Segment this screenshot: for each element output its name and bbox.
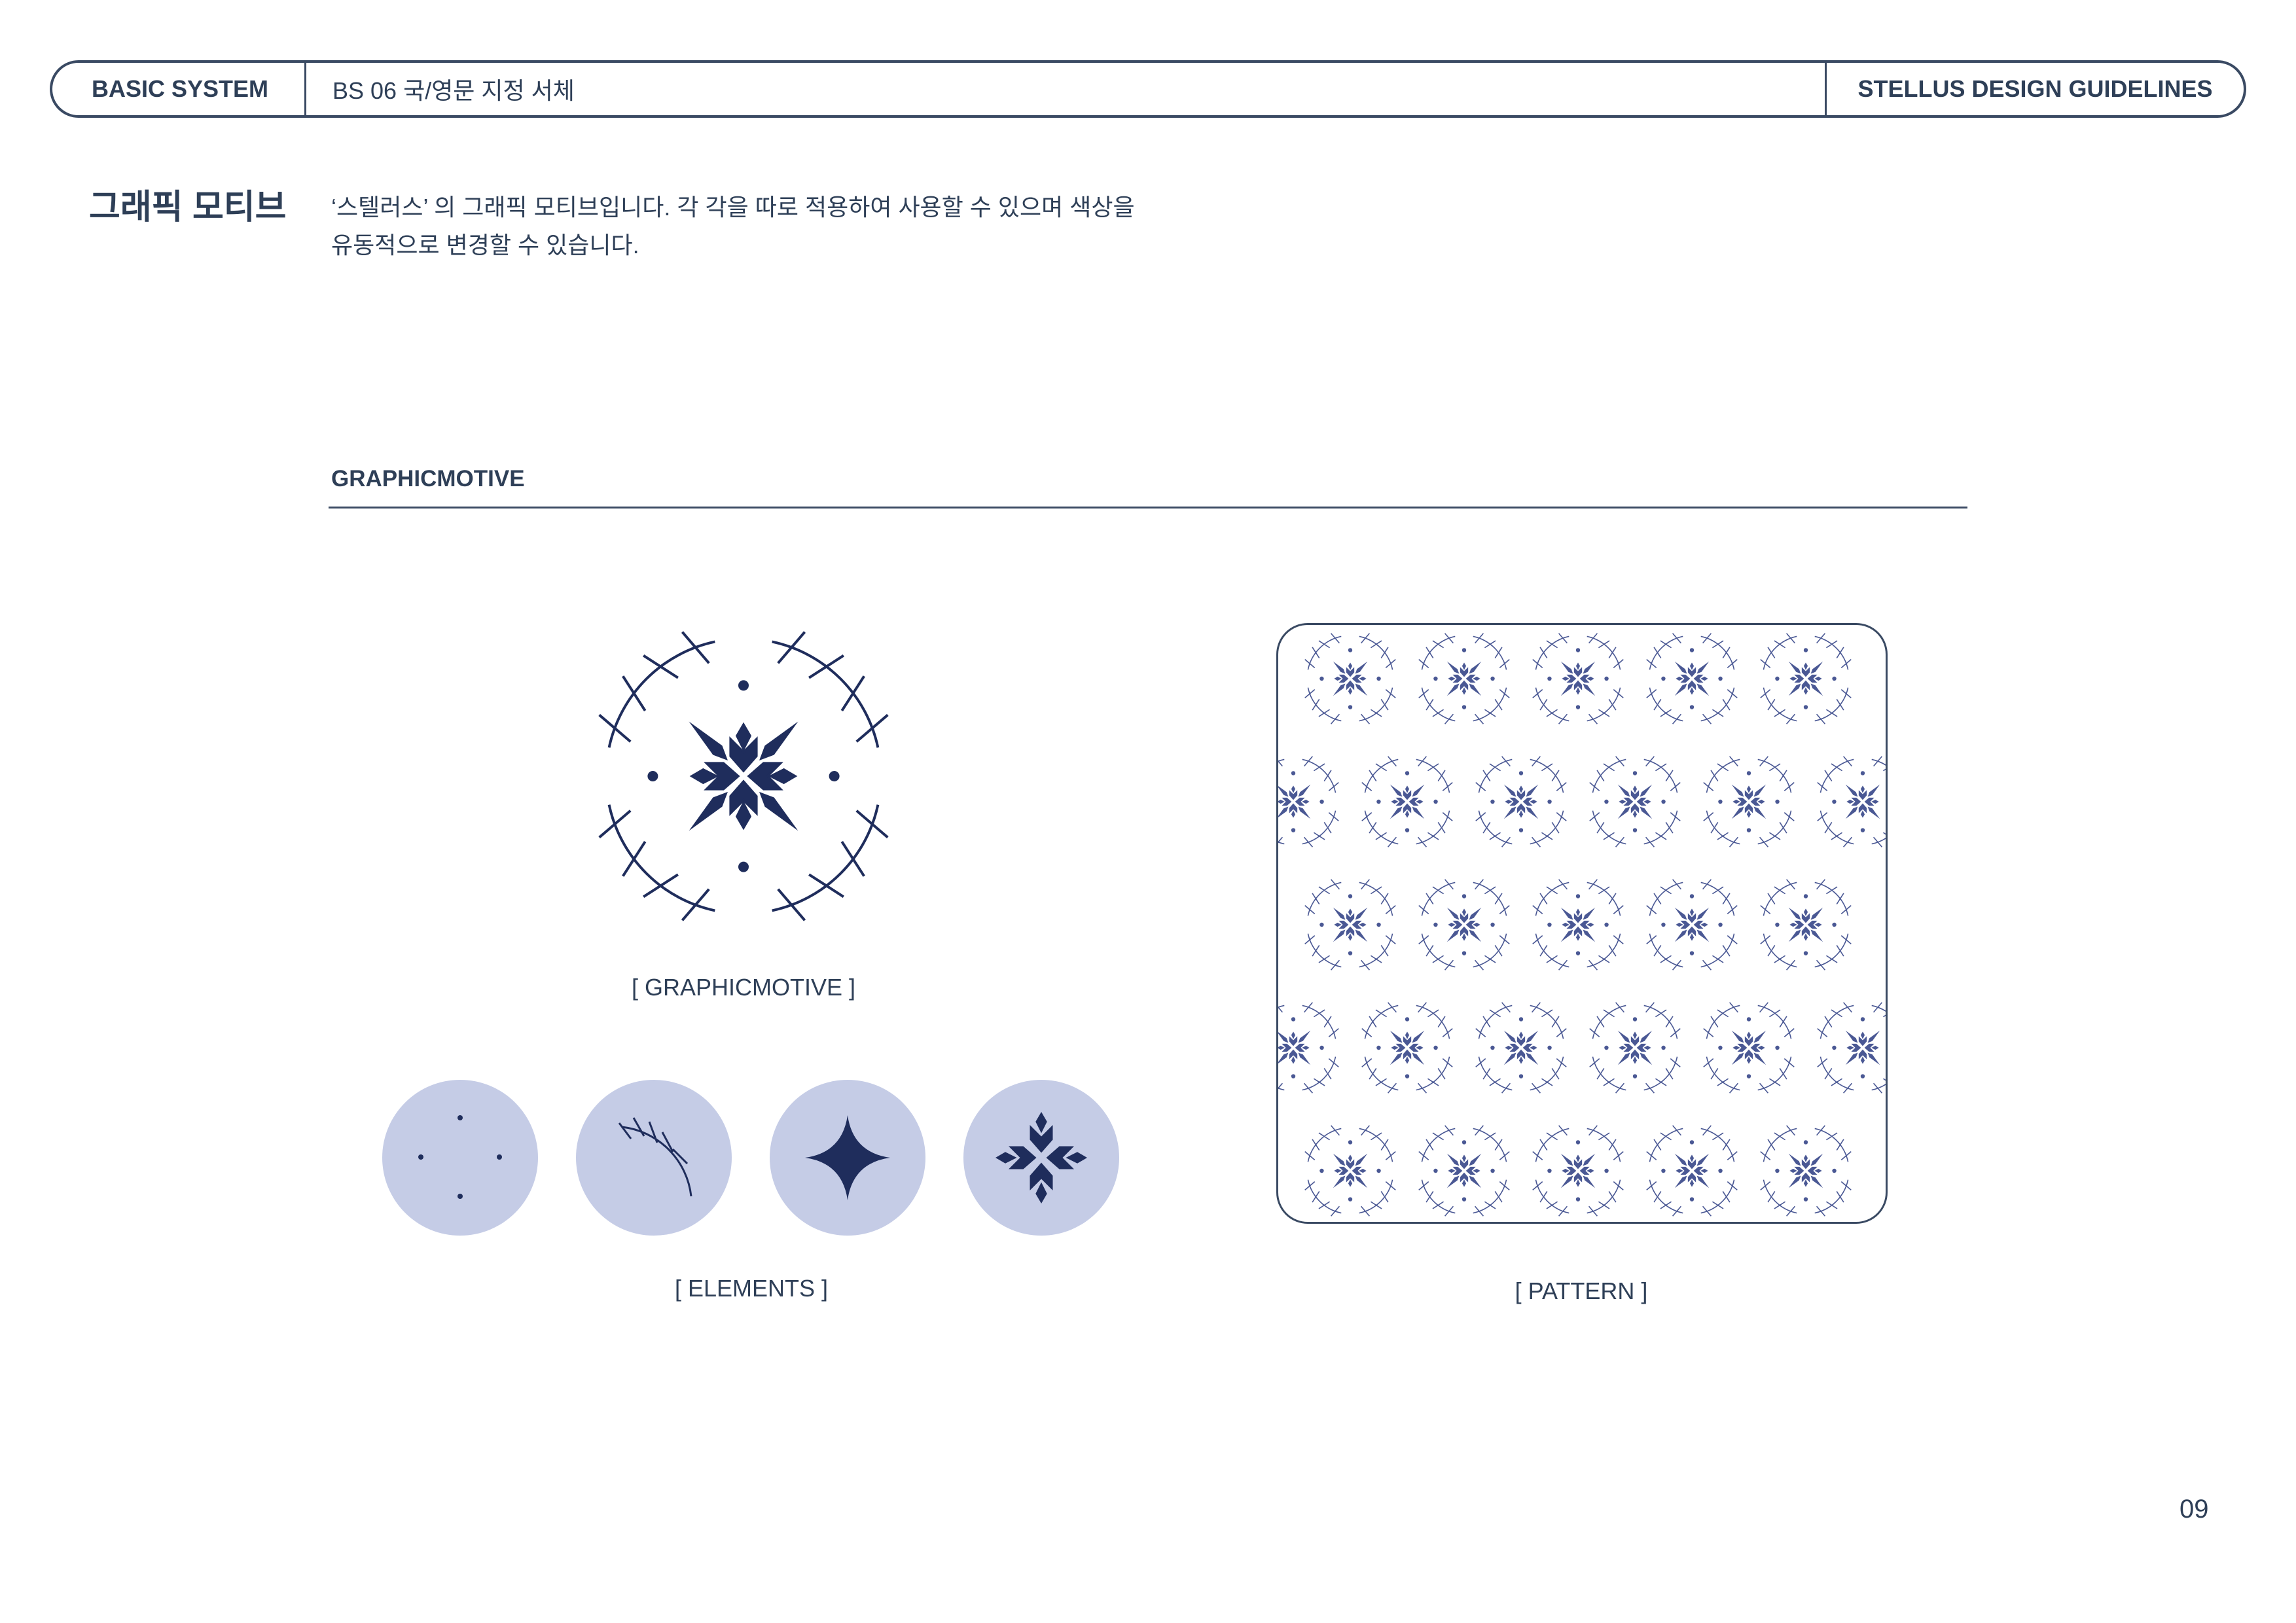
page-title: 그래픽 모티브 — [89, 188, 287, 226]
graphic-motive-icon — [598, 631, 889, 921]
caption-graphicmotive: [ GRAPHICMOTIVE ] — [631, 974, 856, 1001]
header-guidelines-title: STELLUS DESIGN GUIDELINES — [1825, 63, 2244, 115]
arc-ticks-icon — [618, 1117, 692, 1197]
caption-elements: [ ELEMENTS ] — [674, 1275, 829, 1302]
snowflake-icon — [996, 1112, 1087, 1204]
dots-icon — [418, 1115, 502, 1199]
element-snowflake — [963, 1080, 1119, 1236]
divider-line — [329, 507, 1967, 508]
element-arc-ticks — [576, 1080, 732, 1236]
header-section-title: BS 06 국/영문 지정 서체 — [332, 77, 575, 104]
element-dots — [382, 1080, 538, 1236]
elements-row — [382, 1080, 1122, 1236]
header-bar: BASIC SYSTEM BS 06 국/영문 지정 서체 STELLUS DE… — [50, 60, 2246, 118]
pattern-icon — [1278, 633, 1886, 1217]
caption-pattern: [ PATTERN ] — [1515, 1277, 1648, 1304]
pattern-swatch — [1276, 623, 1888, 1224]
element-star — [770, 1080, 925, 1236]
four-point-star-icon — [805, 1115, 890, 1200]
subsection-heading: GRAPHICMOTIVE — [331, 466, 525, 491]
header-basic-system: BASIC SYSTEM — [52, 63, 306, 115]
page-number: 09 — [2179, 1495, 2209, 1524]
page-description: ‘스텔러스’ 의 그래픽 모티브입니다. 각 각을 따로 적용하여 사용할 수 … — [331, 194, 1135, 259]
